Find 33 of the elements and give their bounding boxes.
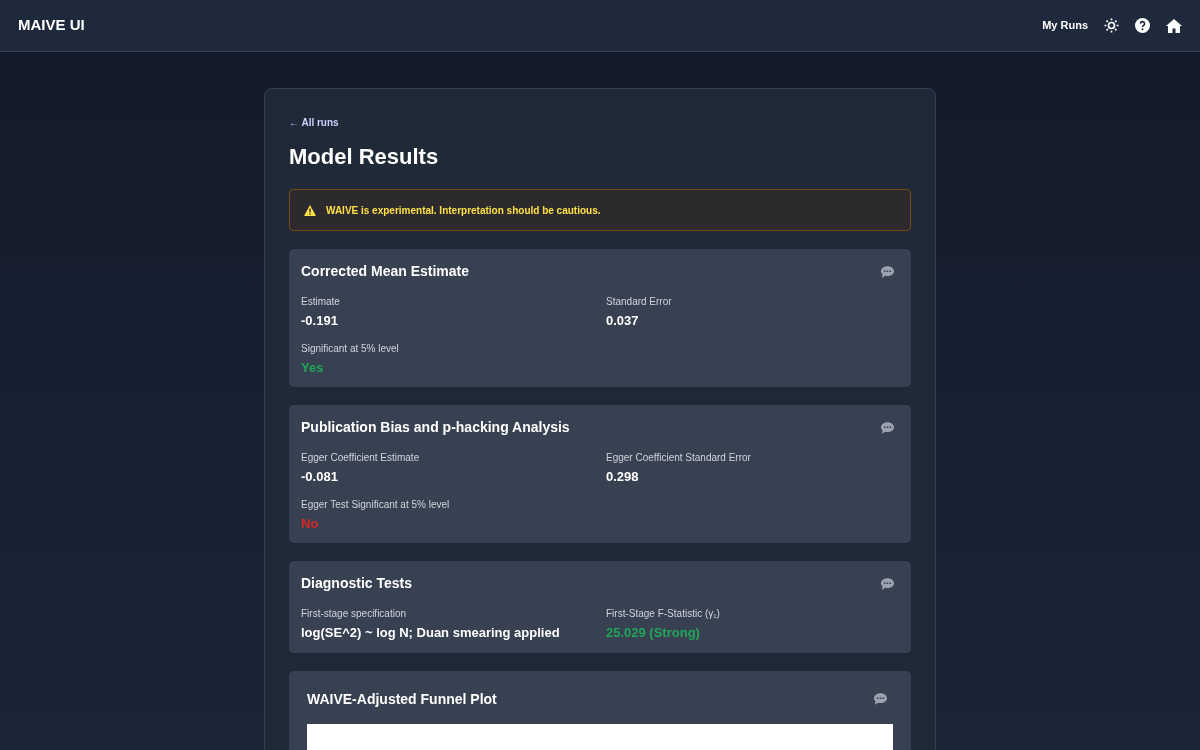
comment-icon[interactable]	[881, 577, 894, 590]
field-value: 0.298	[606, 468, 640, 486]
field-label: Egger Coefficient Standard Error	[606, 451, 752, 465]
field-value: 25.029 (Strong)	[606, 624, 701, 642]
app-title: MAIVE UI	[18, 15, 85, 36]
nav-link[interactable]: My Runs	[1042, 17, 1088, 34]
field-label: First-stage specification	[301, 607, 408, 621]
warning-text: WAIVE is experimental. Interpretation should be cautious.	[326, 203, 601, 218]
field-value: Yes	[301, 358, 325, 377]
field-label: First-Stage F-Statistic (γ₁)	[606, 607, 721, 621]
page-title: Model Results	[289, 143, 440, 171]
comment-icon[interactable]	[881, 421, 894, 434]
field-label: Egger Test Significant at 5% level	[301, 497, 451, 512]
field-label: Standard Error	[606, 295, 673, 309]
card-title: WAIVE-Adjusted Funnel Plot	[307, 689, 497, 709]
card-title: Diagnostic Tests	[301, 574, 412, 593]
back-link[interactable]: ← All runs	[289, 115, 911, 130]
card-title: Publication Bias and p-hacking Analysis	[301, 418, 570, 437]
field-value: No	[301, 514, 320, 533]
warning-icon	[304, 204, 316, 216]
sun-icon[interactable]	[1104, 18, 1119, 33]
field-value: -0.191	[301, 312, 339, 330]
card-title: Corrected Mean Estimate	[301, 262, 470, 281]
home-icon[interactable]	[1166, 18, 1182, 33]
field-label: Estimate	[301, 295, 341, 309]
field-value: -0.081	[301, 468, 339, 486]
comment-icon[interactable]	[881, 265, 894, 278]
help-icon[interactable]	[1135, 18, 1150, 33]
field-label: Egger Coefficient Estimate	[301, 451, 421, 465]
field-value: log(SE^2) ~ log N; Duan smearing applied	[301, 624, 561, 642]
field-label: Significant at 5% level	[301, 341, 400, 356]
comment-icon[interactable]	[874, 693, 887, 705]
field-value: 0.037	[606, 312, 640, 330]
